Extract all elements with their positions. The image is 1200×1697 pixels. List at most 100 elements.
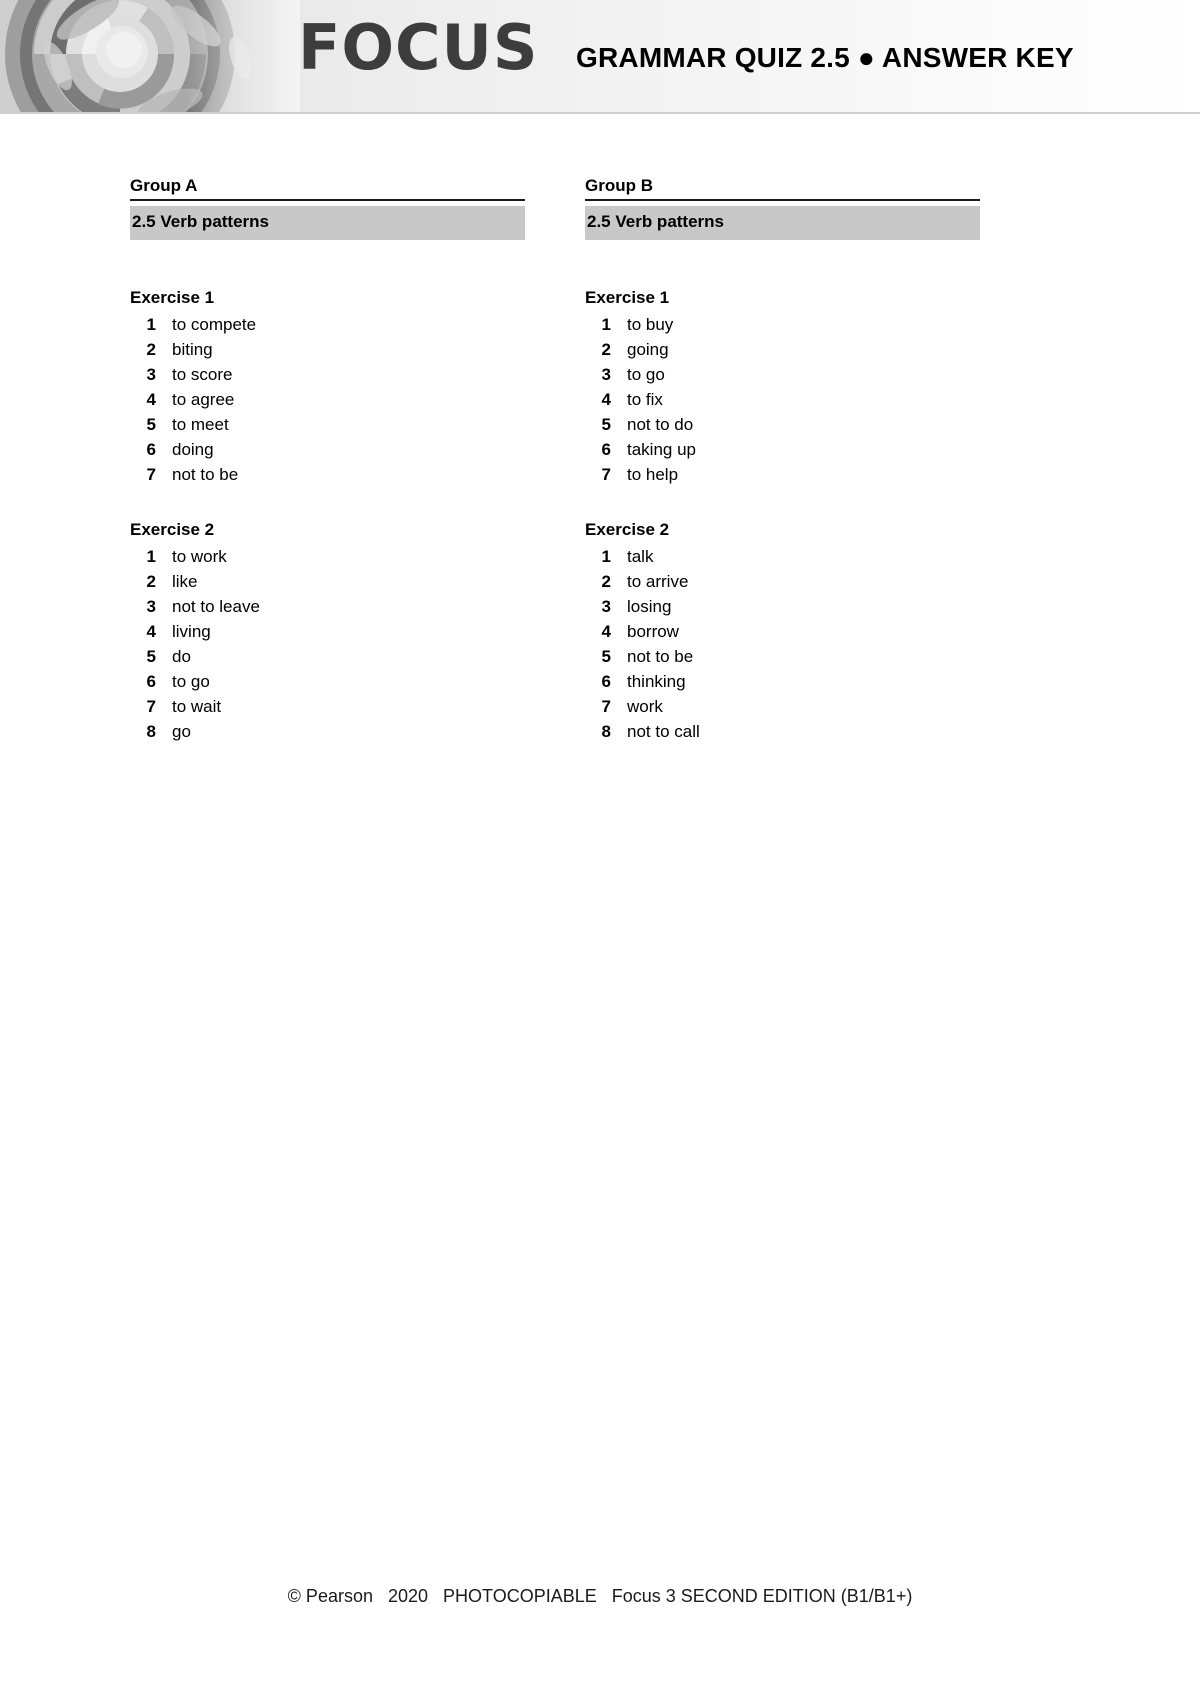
answer-number: 2 <box>146 571 156 591</box>
answer-row: 3 not to leave <box>130 594 525 619</box>
answer-text: to go <box>627 364 665 384</box>
answer-row: 7 work <box>585 694 980 719</box>
answer-text: to wait <box>172 696 222 716</box>
answer-list: 1 talk 2 to arrive 3 losing 4 borrow 5 n… <box>585 544 980 744</box>
section-band-a: 2.5 Verb patterns <box>130 206 525 240</box>
answer-row: 1 to buy <box>585 312 980 337</box>
answer-row: 8 not to call <box>585 719 980 744</box>
answer-number: 6 <box>601 439 611 459</box>
answer-text: not to be <box>627 646 694 666</box>
answer-number: 5 <box>601 414 611 434</box>
exercise-title: Exercise 2 <box>585 519 670 539</box>
answer-text: borrow <box>627 621 679 641</box>
answer-list: 1 to buy 2 going 3 to go 4 to fix 5 not … <box>585 312 980 487</box>
answer-row: 6 thinking <box>585 669 980 694</box>
swirl-lens-icon <box>0 0 300 112</box>
answer-number: 4 <box>146 621 156 641</box>
answer-row: 3 to go <box>585 362 980 387</box>
answer-number: 6 <box>146 439 156 459</box>
answer-row: 5 not to do <box>585 412 980 437</box>
answer-text: thinking <box>627 671 686 691</box>
answer-row: 7 to help <box>585 462 980 487</box>
exercise-title: Exercise 2 <box>130 519 215 539</box>
answer-number: 7 <box>146 464 156 484</box>
answer-row: 3 losing <box>585 594 980 619</box>
answer-number: 3 <box>601 364 611 384</box>
answer-key-columns: Group A 2.5 Verb patterns Exercise 1 1 t… <box>130 175 1070 744</box>
answer-number: 2 <box>146 339 156 359</box>
group-label-a: Group A <box>130 175 525 202</box>
answer-number: 3 <box>601 596 611 616</box>
answer-row: 6 to go <box>130 669 525 694</box>
answer-row: 2 like <box>130 569 525 594</box>
answer-number: 1 <box>601 546 611 566</box>
answer-number: 7 <box>601 696 611 716</box>
answer-text: not to be <box>172 464 239 484</box>
answer-text: living <box>172 621 211 641</box>
answer-number: 6 <box>601 671 611 691</box>
answer-text: to compete <box>172 314 257 334</box>
answer-number: 1 <box>146 314 156 334</box>
page-header: FOCUS GRAMMAR QUIZ 2.5 ● ANSWER KEY <box>0 0 1200 112</box>
exercise-block-a-1: Exercise 1 1 to compete 2 biting 3 to sc… <box>130 287 525 487</box>
column-group-a: Group A 2.5 Verb patterns Exercise 1 1 t… <box>130 175 525 744</box>
answer-number: 5 <box>146 414 156 434</box>
answer-row: 4 borrow <box>585 619 980 644</box>
answer-row: 2 going <box>585 337 980 362</box>
answer-number: 3 <box>146 596 156 616</box>
answer-text: not to leave <box>172 596 260 616</box>
answer-row: 7 not to be <box>130 462 525 487</box>
answer-text: not to do <box>627 414 694 434</box>
exercise-block-b-2: Exercise 2 1 talk 2 to arrive 3 losing 4… <box>585 519 980 744</box>
answer-row: 1 to compete <box>130 312 525 337</box>
answer-row: 4 to fix <box>585 387 980 412</box>
exercise-title: Exercise 1 <box>130 287 215 307</box>
answer-text: biting <box>172 339 213 359</box>
answer-text: to buy <box>627 314 674 334</box>
answer-text: doing <box>172 439 214 459</box>
column-group-b: Group B 2.5 Verb patterns Exercise 1 1 t… <box>585 175 980 744</box>
answer-row: 5 do <box>130 644 525 669</box>
answer-row: 7 to wait <box>130 694 525 719</box>
answer-text: to meet <box>172 414 229 434</box>
answer-number: 2 <box>601 339 611 359</box>
answer-text: to score <box>172 364 233 384</box>
answer-number: 2 <box>601 571 611 591</box>
footer-copyright: © Pearson 2020 PHOTOCOPIABLE Focus 3 SEC… <box>287 1586 913 1606</box>
answer-number: 3 <box>146 364 156 384</box>
answer-text: to work <box>172 546 227 566</box>
answer-number: 1 <box>601 314 611 334</box>
answer-text: to arrive <box>627 571 689 591</box>
answer-text: going <box>627 339 669 359</box>
section-band-b: 2.5 Verb patterns <box>585 206 980 240</box>
answer-number: 8 <box>146 721 156 741</box>
answer-text: talk <box>627 546 654 566</box>
answer-row: 2 to arrive <box>585 569 980 594</box>
answer-list: 1 to work 2 like 3 not to leave 4 living <box>130 544 525 744</box>
answer-text: losing <box>627 596 672 616</box>
answer-text: to fix <box>627 389 663 409</box>
answer-row: 1 to work <box>130 544 525 569</box>
answer-text: to help <box>627 464 679 484</box>
answer-number: 4 <box>146 389 156 409</box>
answer-row: 5 to meet <box>130 412 525 437</box>
answer-text: do <box>172 646 191 666</box>
answer-text: to agree <box>172 389 235 409</box>
answer-number: 6 <box>146 671 156 691</box>
answer-text: like <box>172 571 198 591</box>
focus-logo-wordmark: FOCUS <box>298 11 539 84</box>
answer-text: go <box>172 721 191 741</box>
answer-number: 8 <box>601 721 611 741</box>
answer-text: to go <box>172 671 210 691</box>
answer-number: 4 <box>601 621 611 641</box>
answer-row: 4 living <box>130 619 525 644</box>
answer-row: 5 not to be <box>585 644 980 669</box>
answer-list: 1 to compete 2 biting 3 to score 4 to ag… <box>130 312 525 487</box>
answer-number: 4 <box>601 389 611 409</box>
answer-row: 4 to agree <box>130 387 525 412</box>
answer-text: taking up <box>627 439 696 459</box>
answer-number: 5 <box>146 646 156 666</box>
answer-text: not to call <box>627 721 700 741</box>
answer-number: 5 <box>601 646 611 666</box>
page-title: GRAMMAR QUIZ 2.5 ● ANSWER KEY <box>576 42 1074 73</box>
